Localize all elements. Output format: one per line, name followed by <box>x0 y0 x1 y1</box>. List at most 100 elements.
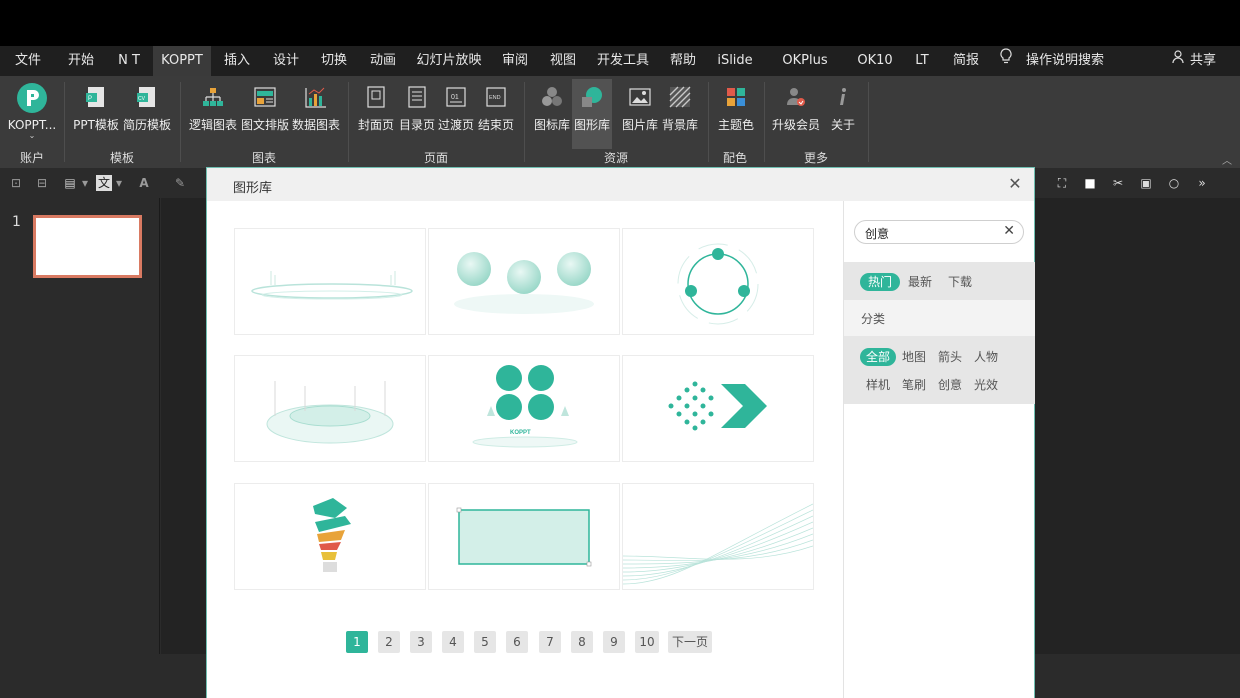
sort-tab-latest[interactable]: 最新 <box>906 273 934 291</box>
account-label: KOPPT... <box>7 118 57 132</box>
resume-template-button[interactable]: CV 简历模板 <box>122 82 172 142</box>
category-mockup[interactable]: 样机 <box>864 376 892 394</box>
upgrade-member-button[interactable]: 升级会员 <box>770 82 822 142</box>
tell-me-label: 操作说明搜索 <box>1026 53 1105 68</box>
image-library-button[interactable]: 图片库 <box>620 82 660 142</box>
menu-view[interactable]: 视图 <box>545 46 581 76</box>
category-creative[interactable]: 创意 <box>936 376 964 394</box>
menu-developer[interactable]: 开发工具 <box>594 46 652 76</box>
shapes-icon <box>579 84 605 110</box>
toc-page-button[interactable]: 目录页 <box>398 82 436 142</box>
category-map[interactable]: 地图 <box>900 348 928 366</box>
menu-nt[interactable]: N T <box>112 46 146 76</box>
pen-icon[interactable]: ✎ <box>172 175 188 191</box>
search-input[interactable]: 创意 ✕ <box>854 220 1024 244</box>
page-button-9[interactable]: 9 <box>603 631 625 653</box>
page-button-7[interactable]: 7 <box>539 631 561 653</box>
menu-design[interactable]: 设计 <box>268 46 304 76</box>
ppt-template-button[interactable]: P PPT模板 <box>72 82 120 142</box>
menu-okplus[interactable]: OKPlus 5.7 <box>770 46 840 98</box>
data-chart-button[interactable]: 数据图表 <box>291 82 341 142</box>
menu-insert[interactable]: 插入 <box>219 46 255 76</box>
image-text-layout-button[interactable]: 图文排版 <box>240 82 290 142</box>
category-list: 全部 地图 箭头 人物 样机 笔刷 创意 光效 <box>844 336 1035 404</box>
menu-koppt[interactable]: KOPPT <box>153 46 211 76</box>
unlock-icon[interactable]: ⊟ <box>34 175 50 191</box>
menu-ok10[interactable]: OK10 <box>855 46 895 76</box>
filter-sidebar: 创意 ✕ 热门 最新 下载 分类 全部 地图 箭头 人物 样机 笔刷 创意 光效 <box>843 201 1035 698</box>
svg-text:END: END <box>489 95 501 101</box>
slide-thumbnail[interactable] <box>33 215 142 278</box>
category-arrow[interactable]: 箭头 <box>936 348 964 366</box>
font-style-icon[interactable]: 文 <box>96 175 112 191</box>
shape-card-dotted-arrow[interactable] <box>622 355 814 462</box>
search-value: 创意 <box>865 227 890 241</box>
theme-color-button[interactable]: 主题色 <box>716 82 756 142</box>
page-button-1[interactable]: 1 <box>346 631 368 653</box>
menu-briefing[interactable]: 简报 <box>948 46 984 76</box>
brush-icon[interactable]: ✂ <box>1110 175 1126 191</box>
group-label-page: 页面 <box>423 151 448 165</box>
menu-home[interactable]: 开始 <box>63 46 99 76</box>
transition-page-button[interactable]: 01 过渡页 <box>437 82 475 142</box>
shape-card-platform-lines[interactable] <box>234 228 426 335</box>
share-button[interactable]: 共享 <box>1172 46 1224 76</box>
page-button-10[interactable]: 10 <box>635 631 659 653</box>
about-button[interactable]: 关于 <box>826 82 860 142</box>
svg-text:01: 01 <box>451 94 459 101</box>
picture-icon[interactable]: ▣ <box>1138 175 1154 191</box>
page-button-5[interactable]: 5 <box>474 631 496 653</box>
menu-transition[interactable]: 切换 <box>316 46 352 76</box>
tell-me-search[interactable]: 操作说明搜索 <box>1000 46 1112 76</box>
menu-animation[interactable]: 动画 <box>365 46 401 76</box>
shape-card-three-spheres[interactable] <box>428 228 620 335</box>
shape-library-button[interactable]: 图形库 <box>572 79 612 149</box>
category-light-effect[interactable]: 光效 <box>972 376 1000 394</box>
crop-icon[interactable]: ⛶ <box>1054 175 1070 191</box>
next-page-button[interactable]: 下一页 <box>668 631 712 653</box>
clear-search-icon[interactable]: ✕ <box>1003 223 1015 239</box>
menu-file[interactable]: 文件 <box>10 46 46 76</box>
shape-card-cycle-diagram[interactable] <box>622 228 814 335</box>
end-page-button[interactable]: END 结束页 <box>476 82 516 142</box>
page-button-8[interactable]: 8 <box>571 631 593 653</box>
icon-library-button[interactable]: 图标库 <box>532 82 572 142</box>
chevron-down-icon: ⌄ <box>28 131 36 140</box>
menu-help[interactable]: 帮助 <box>665 46 701 76</box>
menu-slideshow[interactable]: 幻灯片放映 <box>414 46 484 76</box>
menu-review[interactable]: 审阅 <box>497 46 533 76</box>
sort-tab-hot[interactable]: 热门 <box>860 273 900 291</box>
account-button[interactable]: KOPPT... ⌄ <box>6 82 58 142</box>
menu-islide[interactable]: iSlide <box>714 46 756 76</box>
text-box-icon[interactable]: ▤ <box>62 175 78 191</box>
background-library-button[interactable]: 背景库 <box>660 82 700 142</box>
fill-square-icon[interactable]: ■ <box>1082 175 1098 191</box>
page-button-6[interactable]: 6 <box>506 631 528 653</box>
cover-page-button[interactable]: 封面页 <box>356 82 396 142</box>
lock-icon[interactable]: ⊡ <box>8 175 24 191</box>
shape-card-lightbulb[interactable] <box>234 483 426 590</box>
category-people[interactable]: 人物 <box>972 348 1000 366</box>
font-color-icon[interactable]: A <box>136 175 152 191</box>
page-button-4[interactable]: 4 <box>442 631 464 653</box>
category-label: 分类 <box>861 312 886 326</box>
sort-tab-downloads[interactable]: 下载 <box>946 273 974 291</box>
category-all[interactable]: 全部 <box>860 348 896 366</box>
more-icon[interactable]: » <box>1194 175 1210 191</box>
close-icon[interactable]: ✕ <box>1006 175 1024 193</box>
page-button-2[interactable]: 2 <box>378 631 400 653</box>
chevron-down-icon[interactable]: ▾ <box>80 175 90 191</box>
category-brush[interactable]: 笔刷 <box>900 376 928 394</box>
shape-card-rectangle[interactable] <box>428 483 620 590</box>
shape-card-stage-platform[interactable] <box>234 355 426 462</box>
circle-shape-icon[interactable]: ○ <box>1166 175 1182 191</box>
page-button-3[interactable]: 3 <box>410 631 432 653</box>
transition-page-label: 过渡页 <box>437 118 474 132</box>
logic-chart-button[interactable]: 逻辑图表 <box>188 82 238 142</box>
shape-card-koppt-circles[interactable]: KOPPT <box>428 355 620 462</box>
ribbon: KOPPT... ⌄ P PPT模板 CV 简历模板 逻辑图表 图文排版 数据图… <box>0 76 1240 168</box>
menu-lt[interactable]: LT <box>910 46 934 76</box>
chevron-down-icon[interactable]: ▾ <box>114 175 124 191</box>
shape-card-wave-lines[interactable] <box>622 483 814 590</box>
collapse-ribbon-icon[interactable]: ︿ <box>1222 152 1232 167</box>
